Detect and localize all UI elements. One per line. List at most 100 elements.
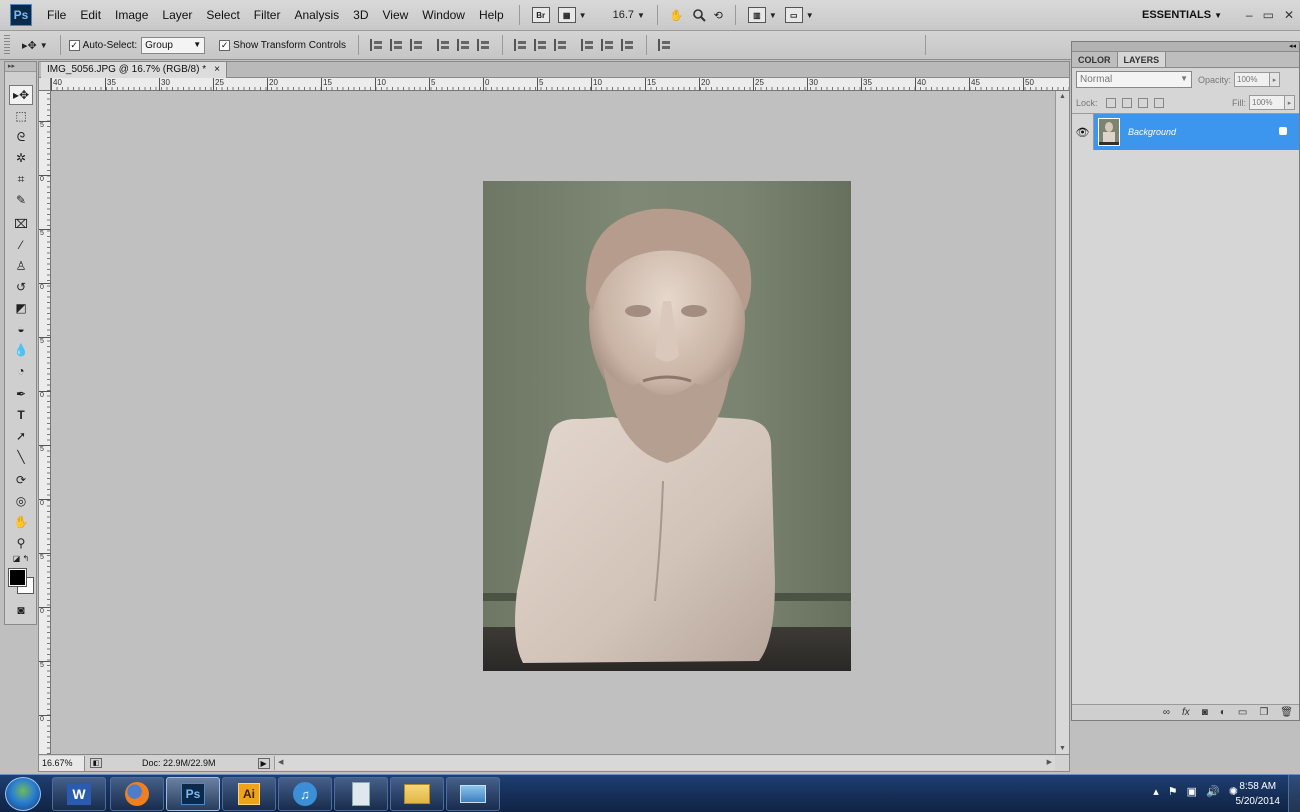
lock-position-icon[interactable] — [1137, 97, 1148, 108]
zoom-tool-icon[interactable]: ⚲ — [9, 533, 33, 553]
adjustment-layer-icon[interactable]: ◐ — [1220, 707, 1226, 718]
zoom-tool-button[interactable] — [688, 5, 710, 25]
action-center-flag-icon[interactable]: ⚑ — [1168, 785, 1178, 798]
document-tab[interactable]: IMG_5056.JPG @ 16.7% (RGB/8) * × — [41, 62, 227, 78]
menu-window[interactable]: Window — [415, 0, 472, 31]
menu-analysis[interactable]: Analysis — [287, 0, 346, 31]
menu-file[interactable]: File — [40, 0, 73, 31]
fill-slider-arrow-icon[interactable]: ▸ — [1285, 95, 1295, 110]
horizontal-scrollbar[interactable]: ◀ ▶ — [274, 756, 1055, 770]
align-left-icon[interactable] — [436, 39, 451, 51]
restore-button[interactable]: ▭ — [1263, 0, 1274, 31]
distribute-vertical-centers-icon[interactable] — [533, 39, 548, 51]
menu-view[interactable]: View — [375, 0, 415, 31]
taskbar-calculator[interactable] — [334, 777, 388, 811]
bridge-button[interactable]: Br — [528, 5, 554, 25]
link-layers-icon[interactable]: ∞ — [1163, 707, 1170, 718]
tool-preset-picker[interactable]: ▸✥ ▼ — [18, 35, 52, 55]
menu-3d[interactable]: 3D — [346, 0, 375, 31]
layer-style-icon[interactable]: fx — [1182, 707, 1190, 718]
lasso-tool-icon[interactable]: ᘓ — [9, 127, 33, 147]
scroll-right-icon[interactable]: ▶ — [1047, 758, 1052, 766]
taskbar-screen[interactable] — [446, 777, 500, 811]
fill-field[interactable]: 100% — [1249, 95, 1285, 110]
panel-collapse-bar[interactable]: ◂◂ — [1072, 42, 1299, 52]
trash-icon[interactable]: 🗑 — [1280, 707, 1293, 718]
eraser-tool-icon[interactable]: ◩ — [9, 298, 33, 318]
layer-row[interactable]: 👁 Background — [1072, 114, 1299, 150]
vertical-ruler[interactable]: 5 0 5 0 5 0 5 0 5 0 5 0 — [39, 91, 51, 754]
hand-tool-button[interactable]: ✋ — [666, 5, 688, 25]
tab-layers[interactable]: LAYERS — [1116, 52, 1167, 67]
align-horizontal-centers-icon[interactable] — [456, 39, 471, 51]
lock-image-icon[interactable] — [1121, 97, 1132, 108]
swap-colors-icon[interactable]: ◪ ↰ — [9, 552, 33, 564]
rotate-view-button[interactable]: ⟲ — [710, 5, 727, 25]
quick-mask-icon[interactable]: ◙ — [9, 600, 33, 620]
hand-tool-icon[interactable]: ✋ — [9, 512, 33, 532]
new-layer-icon[interactable]: ❐ — [1259, 707, 1268, 718]
taskbar-photoshop[interactable]: Ps — [166, 777, 220, 811]
scroll-up-icon[interactable]: ▲ — [1059, 93, 1066, 100]
status-info-icon[interactable]: ◧ — [90, 758, 102, 768]
vertical-scrollbar[interactable]: ▲ ▼ — [1055, 91, 1069, 754]
align-bottom-icon[interactable] — [409, 39, 424, 51]
crop-tool-icon[interactable]: ⌗ — [9, 169, 33, 189]
zoom-percentage-field[interactable]: 16.67% — [39, 755, 85, 771]
menu-edit[interactable]: Edit — [73, 0, 108, 31]
distribute-top-icon[interactable] — [513, 39, 528, 51]
align-vertical-centers-icon[interactable] — [389, 39, 404, 51]
workspace-switcher[interactable]: ESSENTIALS ▼ — [1142, 0, 1222, 31]
opacity-field[interactable]: 100% — [1234, 72, 1271, 87]
taskbar-word[interactable]: W — [52, 777, 106, 811]
dodge-tool-icon[interactable]: ◔ — [9, 361, 33, 381]
distribute-right-icon[interactable] — [620, 39, 635, 51]
path-selection-tool-icon[interactable]: ➚ — [9, 426, 33, 446]
scroll-down-icon[interactable]: ▼ — [1059, 745, 1066, 752]
add-mask-icon[interactable]: ◙ — [1202, 707, 1208, 718]
distribute-horizontal-centers-icon[interactable] — [600, 39, 615, 51]
line-tool-icon[interactable]: ╲ — [9, 447, 33, 467]
auto-select-dropdown[interactable]: Group ▼ — [141, 36, 206, 54]
taskbar-itunes[interactable]: ♫ — [278, 777, 332, 811]
menu-help[interactable]: Help — [472, 0, 511, 31]
volume-icon[interactable]: 🔊 — [1206, 785, 1220, 798]
close-icon[interactable]: × — [214, 62, 220, 78]
show-desktop-button[interactable] — [1288, 775, 1300, 812]
view-extras-button[interactable]: ▦ ▼ — [554, 5, 591, 25]
brush-tool-icon[interactable]: ⁄ — [9, 235, 33, 255]
3d-rotate-tool-icon[interactable]: ⟳ — [9, 470, 33, 490]
document-image[interactable] — [483, 181, 851, 671]
menu-image[interactable]: Image — [108, 0, 155, 31]
auto-select-checkbox[interactable]: ✓ — [68, 39, 80, 51]
layer-selected-area[interactable]: Background — [1094, 114, 1299, 150]
menu-layer[interactable]: Layer — [155, 0, 199, 31]
new-group-icon[interactable]: ▭ — [1238, 707, 1247, 718]
tab-color[interactable]: COLOR — [1072, 52, 1117, 67]
paint-bucket-tool-icon[interactable]: ◒ — [9, 319, 33, 339]
taskbar-firefox[interactable] — [110, 777, 164, 811]
horizontal-ruler[interactable]: 40 35 30 25 20 15 10 5 0 5 10 15 20 25 3… — [51, 78, 1069, 91]
taskbar-explorer[interactable] — [390, 777, 444, 811]
blend-mode-dropdown[interactable]: Normal ▼ — [1076, 71, 1192, 88]
magic-wand-tool-icon[interactable]: ✲ — [9, 148, 33, 168]
align-right-icon[interactable] — [476, 39, 491, 51]
taskbar-clock[interactable]: 8:58 AM 5/20/2014 — [1236, 779, 1281, 809]
distribute-bottom-icon[interactable] — [553, 39, 568, 51]
distribute-left-icon[interactable] — [580, 39, 595, 51]
history-brush-tool-icon[interactable]: ↺ — [9, 277, 33, 297]
options-bar-grip[interactable] — [4, 35, 10, 55]
healing-brush-tool-icon[interactable]: ⌧ — [9, 214, 33, 234]
close-button[interactable]: ✕ — [1284, 0, 1294, 31]
eye-icon[interactable]: 👁 — [1072, 114, 1094, 150]
scroll-left-icon[interactable]: ◀ — [278, 758, 283, 766]
align-top-icon[interactable] — [369, 39, 384, 51]
auto-align-layers-icon[interactable] — [657, 39, 672, 51]
arrange-documents-button[interactable]: ▥ ▼ — [744, 5, 781, 25]
marquee-tool-icon[interactable]: ⬚ — [9, 106, 33, 126]
start-button[interactable] — [5, 777, 41, 811]
screen-mode-button[interactable]: ▭ ▼ — [781, 5, 818, 25]
show-transform-checkbox[interactable]: ✓ — [219, 39, 231, 51]
menu-select[interactable]: Select — [199, 0, 246, 31]
clone-stamp-tool-icon[interactable]: ♙ — [9, 256, 33, 276]
